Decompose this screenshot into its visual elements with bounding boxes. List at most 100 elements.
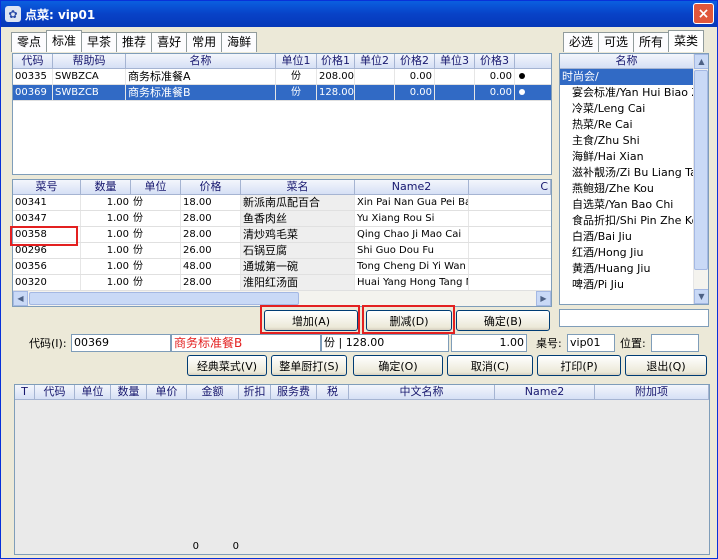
list-item[interactable]: 黄酒/Huang Jiu — [560, 261, 708, 277]
cell-unit: 份 — [131, 211, 181, 226]
list-item[interactable]: 红酒/Hong Jiu — [560, 245, 708, 261]
cell-unit: 份 — [131, 227, 181, 242]
col-tax[interactable]: 税 — [317, 385, 349, 399]
col-price1[interactable]: 价格1 — [317, 54, 355, 68]
col-chinese-name[interactable]: 中文名称 — [349, 385, 495, 399]
col-order-name2[interactable]: Name2 — [495, 385, 595, 399]
col-extras[interactable]: 附加项 — [595, 385, 709, 399]
col-unit[interactable]: 单位 — [131, 180, 181, 194]
quantity-input[interactable]: 1.00 — [451, 334, 527, 352]
col-amount[interactable]: 金额 — [187, 385, 239, 399]
col-order-unit[interactable]: 单位 — [75, 385, 111, 399]
scroll-thumb[interactable] — [694, 70, 708, 270]
tab-biaozhun[interactable]: 标准 — [46, 30, 83, 52]
col-dish-no[interactable]: 菜号 — [13, 180, 81, 194]
tab-cailei[interactable]: 菜类 — [668, 30, 705, 52]
kitchen-print-button[interactable]: 整单厨打(S) — [271, 355, 347, 376]
table-number-input[interactable]: vip01 — [567, 334, 615, 352]
col-discount[interactable]: 折扣 — [239, 385, 271, 399]
col-service-fee[interactable]: 服务费 — [271, 385, 317, 399]
highlight-box-add — [260, 305, 360, 334]
code-input[interactable]: 00369 — [71, 334, 171, 352]
col-dish-name[interactable]: 菜名 — [241, 180, 355, 194]
scroll-down-icon[interactable]: ▼ — [694, 289, 708, 304]
table-row[interactable]: 00335 SWBZCA 商务标准餐A 份 208.00 0.00 0.00 — [13, 69, 551, 85]
cancel-button[interactable]: 取消(C) — [447, 355, 533, 376]
table-row[interactable]: 00320 1.00 份 28.00 淮阳红汤面 Huai Yang Hong … — [13, 275, 551, 291]
col-unit-price[interactable]: 单价 — [147, 385, 187, 399]
print-button[interactable]: 打印(P) — [537, 355, 621, 376]
scroll-thumb[interactable] — [29, 292, 299, 305]
col-unit1[interactable]: 单位1 — [276, 54, 317, 68]
list-item[interactable]: 白酒/Bai Jiu — [560, 229, 708, 245]
cell-price3: 0.00 — [475, 69, 515, 84]
table-row-selected[interactable]: 00369 SWBZCB 商务标准餐B 份 128.00 0.00 0.00 — [13, 85, 551, 101]
tab-haixian[interactable]: 海鲜 — [221, 32, 258, 52]
col-category-name[interactable]: 名称 — [560, 54, 694, 68]
col-qty[interactable]: 数量 — [81, 180, 131, 194]
table-row[interactable]: 00296 1.00 份 26.00 石锅豆腐 Shi Guo Dou Fu — [13, 243, 551, 259]
list-item[interactable]: 海鲜/Hai Xian — [560, 149, 708, 165]
cell-qty: 1.00 — [106, 213, 129, 224]
col-unit2[interactable]: 单位2 — [355, 54, 395, 68]
category-list: 名称 时尚会/ 宴会标准/Yan Hui Biao Zh 冷菜/Leng Cai… — [559, 53, 709, 305]
tab-lingdian[interactable]: 零点 — [11, 32, 48, 52]
col-order-code[interactable]: 代码 — [35, 385, 75, 399]
list-item[interactable]: 滋补靓汤/Zi Bu Liang Tan — [560, 165, 708, 181]
cell-price: 18.00 — [181, 195, 241, 210]
ok-button[interactable]: 确定(O) — [353, 355, 443, 376]
category-search-box[interactable] — [559, 309, 709, 327]
col-unit3[interactable]: 单位3 — [435, 54, 475, 68]
cell-unit3 — [435, 85, 475, 100]
col-help-code[interactable]: 帮助码 — [53, 54, 126, 68]
col-code[interactable]: 代码 — [13, 54, 53, 68]
cell-unit2 — [355, 69, 395, 84]
cell-dish-name: 清炒鸡毛菜 — [241, 227, 355, 242]
tab-suoyou[interactable]: 所有 — [633, 32, 670, 52]
cell-help-code: SWBZCA — [53, 69, 126, 84]
col-price[interactable]: 价格 — [181, 180, 241, 194]
position-input[interactable] — [651, 334, 699, 352]
list-item[interactable]: 啤酒/Pi Jiu — [560, 277, 708, 293]
list-item[interactable]: 时尚会/ — [560, 69, 708, 85]
list-item[interactable]: 燕鲍翅/Zhe Kou — [560, 181, 708, 197]
list-item[interactable]: 主食/Zhu Shi — [560, 133, 708, 149]
col-c[interactable]: C — [469, 180, 551, 194]
cell-unit3 — [435, 69, 475, 84]
table-row[interactable]: 00356 1.00 份 48.00 通城第一碗 Tong Cheng Di Y… — [13, 259, 551, 275]
close-button[interactable]: × — [693, 3, 714, 24]
scroll-up-icon[interactable]: ▲ — [694, 54, 708, 69]
table-row[interactable]: 00341 1.00 份 18.00 新派南瓜配百合 Xin Pai Nan G… — [13, 195, 551, 211]
scroll-left-icon[interactable]: ◀ — [13, 291, 28, 306]
col-order-qty[interactable]: 数量 — [111, 385, 147, 399]
confirm-dish-button[interactable]: 确定(B) — [456, 310, 550, 331]
total-amount: 0 — [232, 541, 239, 552]
category-vertical-scrollbar[interactable]: ▲ ▼ — [693, 54, 708, 304]
table-row[interactable]: 00358 1.00 份 28.00 清炒鸡毛菜 Qing Chao Ji Ma… — [13, 227, 551, 243]
list-item[interactable]: 冷菜/Leng Cai — [560, 101, 708, 117]
tab-xihao[interactable]: 喜好 — [151, 32, 188, 52]
col-name[interactable]: 名称 — [126, 54, 276, 68]
col-t[interactable]: T — [15, 385, 35, 399]
table-row[interactable]: 00347 1.00 份 28.00 鱼香肉丝 Yu Xiang Rou Si — [13, 211, 551, 227]
cell-name: 商务标准餐B — [126, 85, 276, 100]
tab-changyong[interactable]: 常用 — [186, 32, 223, 52]
tab-zaocha[interactable]: 早茶 — [81, 32, 118, 52]
col-price3[interactable]: 价格3 — [475, 54, 515, 68]
dish-horizontal-scrollbar[interactable]: ◀ ▶ — [13, 291, 551, 306]
tab-tuijian[interactable]: 推荐 — [116, 32, 153, 52]
list-item[interactable]: 食品折扣/Shi Pin Zhe Kou — [560, 213, 708, 229]
col-name2[interactable]: Name2 — [355, 180, 469, 194]
tab-kexuan[interactable]: 可选 — [598, 32, 635, 52]
exit-button[interactable]: 退出(Q) — [625, 355, 707, 376]
unit-price-field[interactable]: 份 | 128.00 — [321, 334, 449, 352]
tab-bixuan[interactable]: 必选 — [563, 32, 600, 52]
row-marker-icon — [515, 69, 529, 84]
scroll-right-icon[interactable]: ▶ — [536, 291, 551, 306]
col-price2[interactable]: 价格2 — [395, 54, 435, 68]
classic-dishes-button[interactable]: 经典菜式(V) — [187, 355, 267, 376]
cell-price: 26.00 — [181, 243, 241, 258]
list-item[interactable]: 宴会标准/Yan Hui Biao Zh — [560, 85, 708, 101]
list-item[interactable]: 热菜/Re Cai — [560, 117, 708, 133]
list-item[interactable]: 自选菜/Yan Bao Chi — [560, 197, 708, 213]
